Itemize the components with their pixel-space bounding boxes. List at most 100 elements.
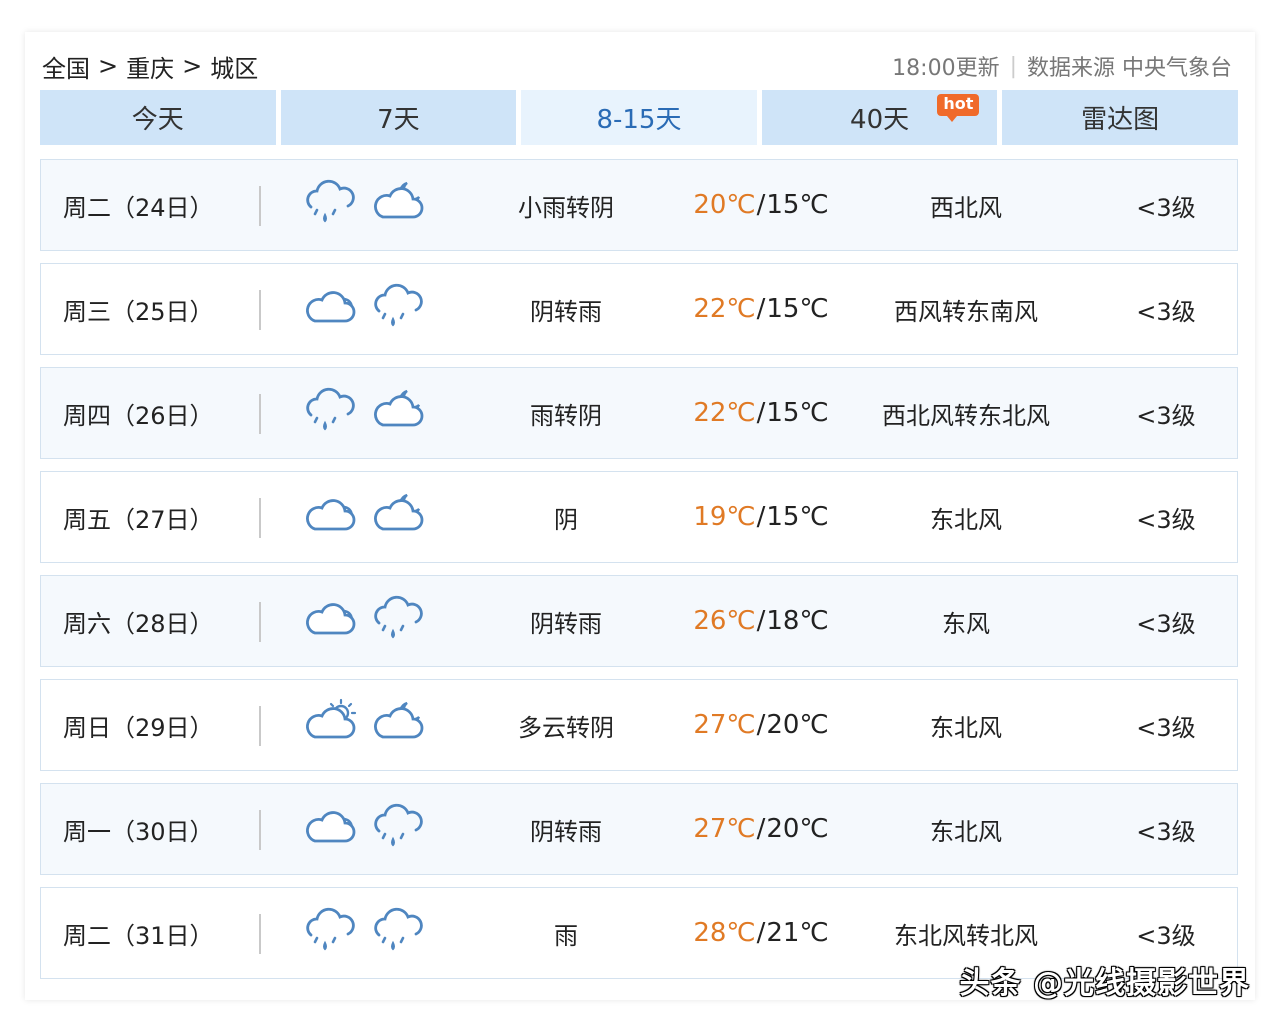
tab-radar[interactable]: 雷达图 [1002, 90, 1238, 145]
weather-icons [303, 368, 427, 458]
weather-condition: 阴转雨 [530, 609, 602, 638]
weather-condition: 雨 [554, 921, 578, 950]
forecast-day: 周四（26日） [63, 401, 214, 430]
rain-cloud-icon [303, 177, 359, 233]
weather-condition: 小雨转阴 [518, 193, 614, 222]
forecast-row: 周二（24日） 小雨转阴 20℃/15℃ 西北风 <3级 [40, 159, 1238, 251]
rain-cloud-icon [371, 801, 427, 857]
tab-label: 40天 [850, 105, 910, 135]
temperature: 19℃/15℃ [691, 472, 831, 562]
weather-icons [303, 472, 427, 562]
forecast-day: 周三（25日） [63, 297, 214, 326]
forecast-day: 周五（27日） [63, 505, 214, 534]
temperature: 26℃/18℃ [691, 576, 831, 666]
forecast-tabs: 今天 7天 8-15天 40天 hot 雷达图 [40, 90, 1238, 145]
temperature: 28℃/21℃ [691, 888, 831, 978]
temperature: 22℃/15℃ [691, 368, 831, 458]
forecast-row: 周五（27日） 阴 19℃/15℃ 东北风 <3级 [40, 471, 1238, 563]
breadcrumb-separator: > [182, 52, 203, 80]
weather-icons [303, 160, 427, 250]
wind-level: <3级 [1136, 193, 1196, 222]
high-temp: 22℃ [693, 398, 756, 428]
high-temp: 22℃ [693, 294, 756, 324]
weather-condition: 阴转雨 [530, 297, 602, 326]
cloudy-night-icon [371, 177, 427, 233]
divider [259, 186, 261, 226]
cloudy-night-icon [371, 385, 427, 441]
temp-separator: / [756, 606, 766, 636]
weather-icons [303, 888, 427, 978]
wind-level: <3级 [1136, 401, 1196, 430]
divider [259, 706, 261, 746]
low-temp: 15℃ [766, 294, 829, 324]
high-temp: 28℃ [693, 918, 756, 948]
temp-separator: / [756, 502, 766, 532]
forecast-day: 周日（29日） [63, 713, 214, 742]
update-time: 18:00更新 [892, 56, 1000, 81]
rain-cloud-icon [371, 905, 427, 961]
rain-cloud-icon [303, 905, 359, 961]
temp-separator: / [756, 710, 766, 740]
forecast-list: 周二（24日） 小雨转阴 20℃/15℃ 西北风 <3级 周三（25日） 阴转雨… [40, 159, 1238, 991]
update-info: 18:00更新 | 数据来源 中央气象台 [892, 50, 1232, 82]
forecast-day: 周二（31日） [63, 921, 214, 950]
breadcrumb-chongqing[interactable]: 重庆 [126, 49, 174, 84]
divider [259, 290, 261, 330]
wind-direction: 东北风 [930, 817, 1002, 846]
tab-label: 今天 [131, 105, 184, 135]
wind-direction: 东北风 [930, 505, 1002, 534]
overcast-icon [303, 489, 359, 545]
divider [259, 394, 261, 434]
forecast-row: 周一（30日） 阴转雨 27℃/20℃ 东北风 <3级 [40, 783, 1238, 875]
low-temp: 15℃ [766, 502, 829, 532]
temp-separator: / [756, 398, 766, 428]
forecast-row: 周六（28日） 阴转雨 26℃/18℃ 东风 <3级 [40, 575, 1238, 667]
forecast-row: 周日（29日） 多云转阴 27℃/20℃ 东北风 <3级 [40, 679, 1238, 771]
wind-level: <3级 [1136, 713, 1196, 742]
temperature: 20℃/15℃ [691, 160, 831, 250]
temperature: 27℃/20℃ [691, 680, 831, 770]
low-temp: 20℃ [766, 814, 829, 844]
wind-level: <3级 [1136, 817, 1196, 846]
high-temp: 26℃ [693, 606, 756, 636]
tab-40-days[interactable]: 40天 hot [761, 90, 998, 145]
temp-separator: / [756, 190, 766, 220]
low-temp: 21℃ [766, 918, 829, 948]
weather-icons [303, 576, 427, 666]
tab-today[interactable]: 今天 [40, 90, 276, 145]
data-source: 数据来源 中央气象台 [1027, 56, 1232, 81]
low-temp: 20℃ [766, 710, 829, 740]
partly-cloudy-icon [303, 697, 359, 753]
tab-label: 7天 [377, 105, 420, 135]
hot-badge: hot [937, 94, 980, 122]
weather-icons [303, 784, 427, 874]
divider [259, 498, 261, 538]
rain-cloud-icon [371, 593, 427, 649]
high-temp: 20℃ [693, 190, 756, 220]
wind-direction: 西风转东南风 [894, 297, 1038, 326]
forecast-row: 周四（26日） 雨转阴 22℃/15℃ 西北风转东北风 <3级 [40, 367, 1238, 459]
tab-label: 雷达图 [1081, 105, 1160, 135]
breadcrumb-separator: > [98, 52, 119, 80]
temperature: 22℃/15℃ [691, 264, 831, 354]
tab-8-15-days[interactable]: 8-15天 [521, 90, 757, 145]
overcast-icon [303, 593, 359, 649]
high-temp: 27℃ [693, 710, 756, 740]
meta-divider: | [1009, 53, 1017, 79]
low-temp: 15℃ [766, 190, 829, 220]
breadcrumb-current: 城区 [210, 54, 259, 83]
tab-7-days[interactable]: 7天 [280, 90, 517, 145]
top-bar: 全国 > 重庆 > 城区 18:00更新 | 数据来源 中央气象台 [42, 48, 1232, 84]
wind-level: <3级 [1136, 297, 1196, 326]
temp-separator: / [756, 918, 766, 948]
forecast-day: 周一（30日） [63, 817, 214, 846]
weather-condition: 雨转阴 [530, 401, 602, 430]
high-temp: 19℃ [693, 502, 756, 532]
breadcrumb-national[interactable]: 全国 [42, 49, 90, 84]
weather-icons [303, 680, 427, 770]
wind-level: <3级 [1136, 609, 1196, 638]
divider [259, 914, 261, 954]
high-temp: 27℃ [693, 814, 756, 844]
wind-direction: 东北风 [930, 713, 1002, 742]
cloudy-night-icon [371, 697, 427, 753]
